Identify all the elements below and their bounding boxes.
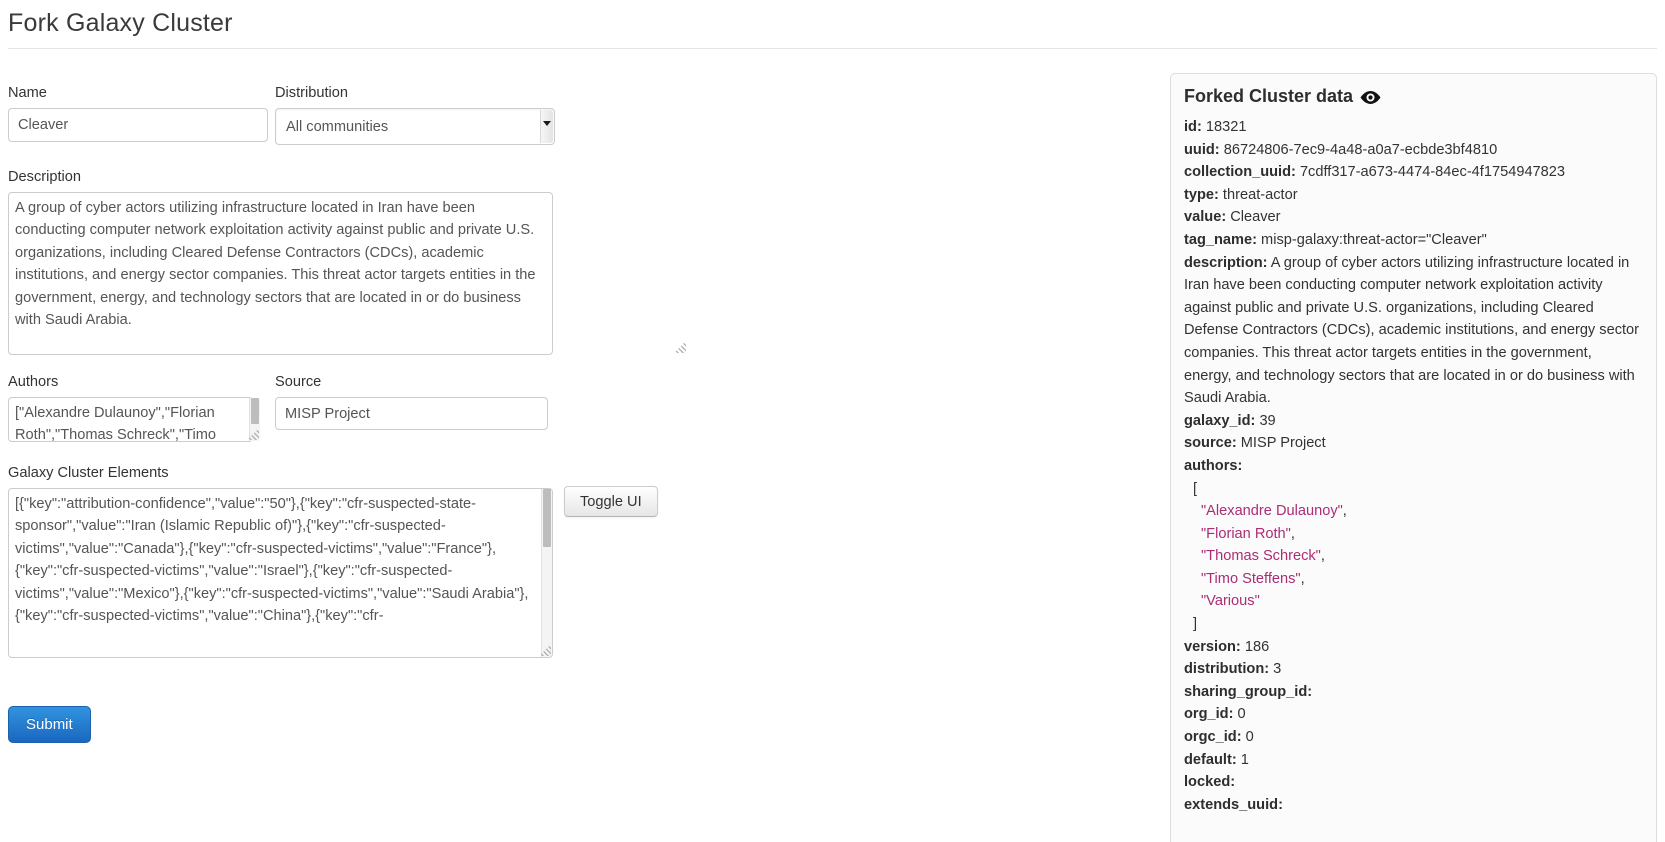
description-textarea[interactable]: A group of cyber actors utilizing infras… [8, 192, 553, 355]
toggle-ui-button[interactable]: Toggle UI [564, 486, 658, 517]
panel-title: Forked Cluster data [1184, 86, 1353, 107]
panel-field-orgc_id: orgc_id: 0 [1184, 726, 1643, 749]
field-key: extends_uuid: [1184, 797, 1283, 813]
submit-button[interactable]: Submit [8, 706, 91, 743]
authors-textarea[interactable]: ["Alexandre Dulaunoy","Florian Roth","Th… [8, 397, 253, 442]
textarea-resize-handle[interactable] [674, 341, 686, 353]
source-field-group: Source [275, 374, 548, 442]
panel-field-distribution: distribution: 3 [1184, 658, 1643, 681]
panel-field-type: type: threat-actor [1184, 184, 1643, 207]
field-key: authors: [1184, 458, 1242, 474]
author-name: "Alexandre Dulaunoy" [1201, 503, 1343, 519]
field-key: distribution: [1184, 661, 1269, 677]
panel-field-sharing_group_id: sharing_group_id: [1184, 681, 1643, 704]
galaxy-cluster-elements-textarea[interactable]: [{"key":"attribution-confidence","value"… [8, 488, 553, 658]
name-label: Name [8, 85, 268, 101]
panel-field-galaxy_id: galaxy_id: 39 [1184, 410, 1643, 433]
field-key: value: [1184, 209, 1226, 225]
name-input[interactable] [8, 108, 268, 142]
field-key: description: [1184, 255, 1268, 271]
distribution-label: Distribution [275, 85, 555, 101]
author-line: "Various" [1184, 590, 1643, 613]
panel-field-version: version: 186 [1184, 636, 1643, 659]
panel-field-org_id: org_id: 0 [1184, 703, 1643, 726]
fork-galaxy-cluster-page: Fork Galaxy Cluster Name Distribution Al… [0, 0, 1665, 842]
field-key: galaxy_id: [1184, 413, 1255, 429]
field-key: id: [1184, 119, 1202, 135]
panel-field-locked: locked: [1184, 771, 1643, 794]
source-label: Source [275, 374, 548, 390]
description-field-group: Description A group of cyber actors util… [8, 169, 688, 355]
caret-down-icon [543, 121, 551, 126]
scrollbar-thumb[interactable] [251, 398, 259, 424]
field-key: source: [1184, 435, 1237, 451]
field-key: sharing_group_id: [1184, 684, 1312, 700]
source-input[interactable] [275, 397, 548, 430]
author-line: "Florian Roth", [1184, 523, 1643, 546]
json-close-bracket: ] [1184, 613, 1643, 636]
author-name: "Various" [1201, 593, 1260, 609]
author-line: "Thomas Schreck", [1184, 545, 1643, 568]
field-key: default: [1184, 752, 1237, 768]
eye-icon[interactable] [1360, 90, 1381, 105]
field-key: org_id: [1184, 706, 1233, 722]
json-open-bracket: [ [1184, 478, 1643, 501]
authors-source-row: Authors ["Alexandre Dulaunoy","Florian R… [8, 374, 688, 442]
field-key: collection_uuid: [1184, 164, 1296, 180]
distribution-selected-value: All communities [286, 119, 388, 135]
select-dropdown-arrow-icon[interactable] [540, 110, 553, 143]
distribution-field-group: Distribution All communities [275, 85, 555, 145]
panel-field-collection_uuid: collection_uuid: 7cdff317-a673-4474-84ec… [1184, 161, 1643, 184]
author-name: "Florian Roth" [1201, 526, 1291, 542]
author-line: "Alexandre Dulaunoy", [1184, 500, 1643, 523]
panel-field-tag_name: tag_name: misp-galaxy:threat-actor="Clea… [1184, 229, 1643, 252]
field-key: locked: [1184, 774, 1235, 790]
elements-scrollbar[interactable] [541, 489, 552, 657]
author-name: "Thomas Schreck" [1201, 548, 1321, 564]
panel-field-id: id: 18321 [1184, 116, 1643, 139]
name-field-group: Name [8, 85, 268, 145]
distribution-select[interactable]: All communities [275, 108, 555, 145]
panel-field-extends_uuid: extends_uuid: [1184, 794, 1643, 817]
author-line: "Timo Steffens", [1184, 568, 1643, 591]
panel-field-source: source: MISP Project [1184, 432, 1643, 455]
authors-label: Authors [8, 374, 261, 390]
field-key: version: [1184, 639, 1241, 655]
author-name: "Timo Steffens" [1201, 571, 1301, 587]
field-key: type: [1184, 187, 1219, 203]
panel-field-default: default: 1 [1184, 749, 1643, 772]
name-distribution-row: Name Distribution All communities [8, 85, 688, 145]
description-label: Description [8, 169, 688, 185]
panel-field-authors: authors: [1184, 455, 1643, 478]
panel-field-uuid: uuid: 86724806-7ec9-4a48-a0a7-ecbde3bf48… [1184, 139, 1643, 162]
page-title: Fork Galaxy Cluster [8, 0, 1657, 48]
panel-fields: id: 18321uuid: 86724806-7ec9-4a48-a0a7-e… [1184, 116, 1643, 816]
forked-cluster-data-panel: Forked Cluster data id: 18321uuid: 86724… [1170, 73, 1657, 842]
authors-json-list: ["Alexandre Dulaunoy","Florian Roth","Th… [1184, 478, 1643, 636]
authors-field-group: Authors ["Alexandre Dulaunoy","Florian R… [8, 374, 261, 442]
field-key: tag_name: [1184, 232, 1257, 248]
fork-cluster-form: Name Distribution All communities Descri… [8, 85, 688, 743]
galaxy-cluster-elements-label: Galaxy Cluster Elements [8, 465, 688, 481]
scrollbar-thumb[interactable] [543, 489, 551, 547]
panel-field-value: value: Cleaver [1184, 206, 1643, 229]
elements-field-group: Galaxy Cluster Elements [{"key":"attribu… [8, 465, 688, 658]
field-key: orgc_id: [1184, 729, 1242, 745]
field-key: uuid: [1184, 142, 1220, 158]
panel-field-description: description: A group of cyber actors uti… [1184, 252, 1643, 410]
